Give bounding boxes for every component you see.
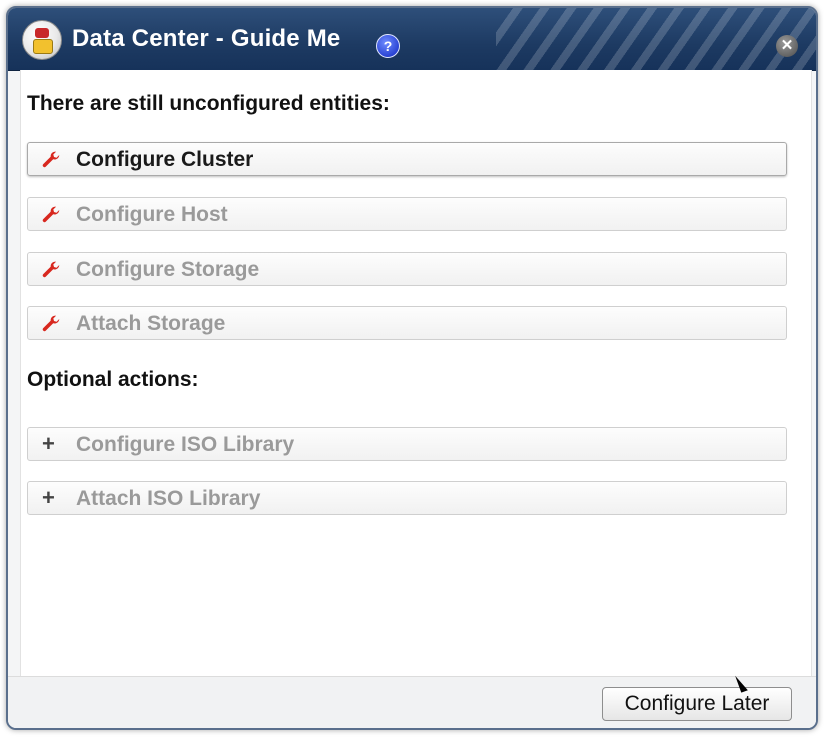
robot-head-shape	[35, 28, 49, 38]
configure-cluster-label: Configure Cluster	[76, 148, 254, 171]
configure-host-label: Configure Host	[76, 203, 228, 226]
app-icon	[22, 20, 62, 60]
attach-iso-library-button[interactable]: + Attach ISO Library	[27, 481, 787, 515]
plus-icon: +	[42, 431, 55, 456]
configure-cluster-button[interactable]: Configure Cluster	[27, 142, 787, 176]
dialog-footer: Configure Later	[8, 676, 816, 728]
configure-iso-library-label: Configure ISO Library	[76, 433, 295, 456]
help-icon[interactable]: ?	[376, 34, 400, 58]
wrench-icon	[42, 151, 60, 168]
dialog-title: Data Center - Guide Me	[72, 25, 341, 52]
attach-iso-library-label: Attach ISO Library	[76, 487, 261, 510]
attach-storage-label: Attach Storage	[76, 312, 226, 335]
title-bar: Data Center - Guide Me ? ✕	[8, 8, 816, 71]
attach-storage-button[interactable]: Attach Storage	[27, 306, 787, 340]
configure-later-button[interactable]: Configure Later	[602, 687, 792, 721]
configure-host-button[interactable]: Configure Host	[27, 197, 787, 231]
wrench-icon	[42, 315, 60, 332]
wrench-icon	[42, 261, 60, 278]
close-icon[interactable]: ✕	[776, 35, 798, 57]
configure-storage-button[interactable]: Configure Storage	[27, 252, 787, 286]
configure-storage-label: Configure Storage	[76, 258, 260, 281]
plus-icon: +	[42, 485, 55, 510]
wrench-icon	[42, 206, 60, 223]
configure-iso-library-button[interactable]: + Configure ISO Library	[27, 427, 787, 461]
robot-body-shape	[33, 39, 53, 54]
unconfigured-heading: There are still unconfigured entities:	[27, 92, 390, 115]
guide-me-dialog: Data Center - Guide Me ? ✕ There are sti…	[6, 6, 818, 730]
dialog-content: There are still unconfigured entities: C…	[20, 70, 812, 676]
optional-actions-heading: Optional actions:	[27, 368, 199, 391]
title-bar-decoration	[496, 8, 816, 70]
